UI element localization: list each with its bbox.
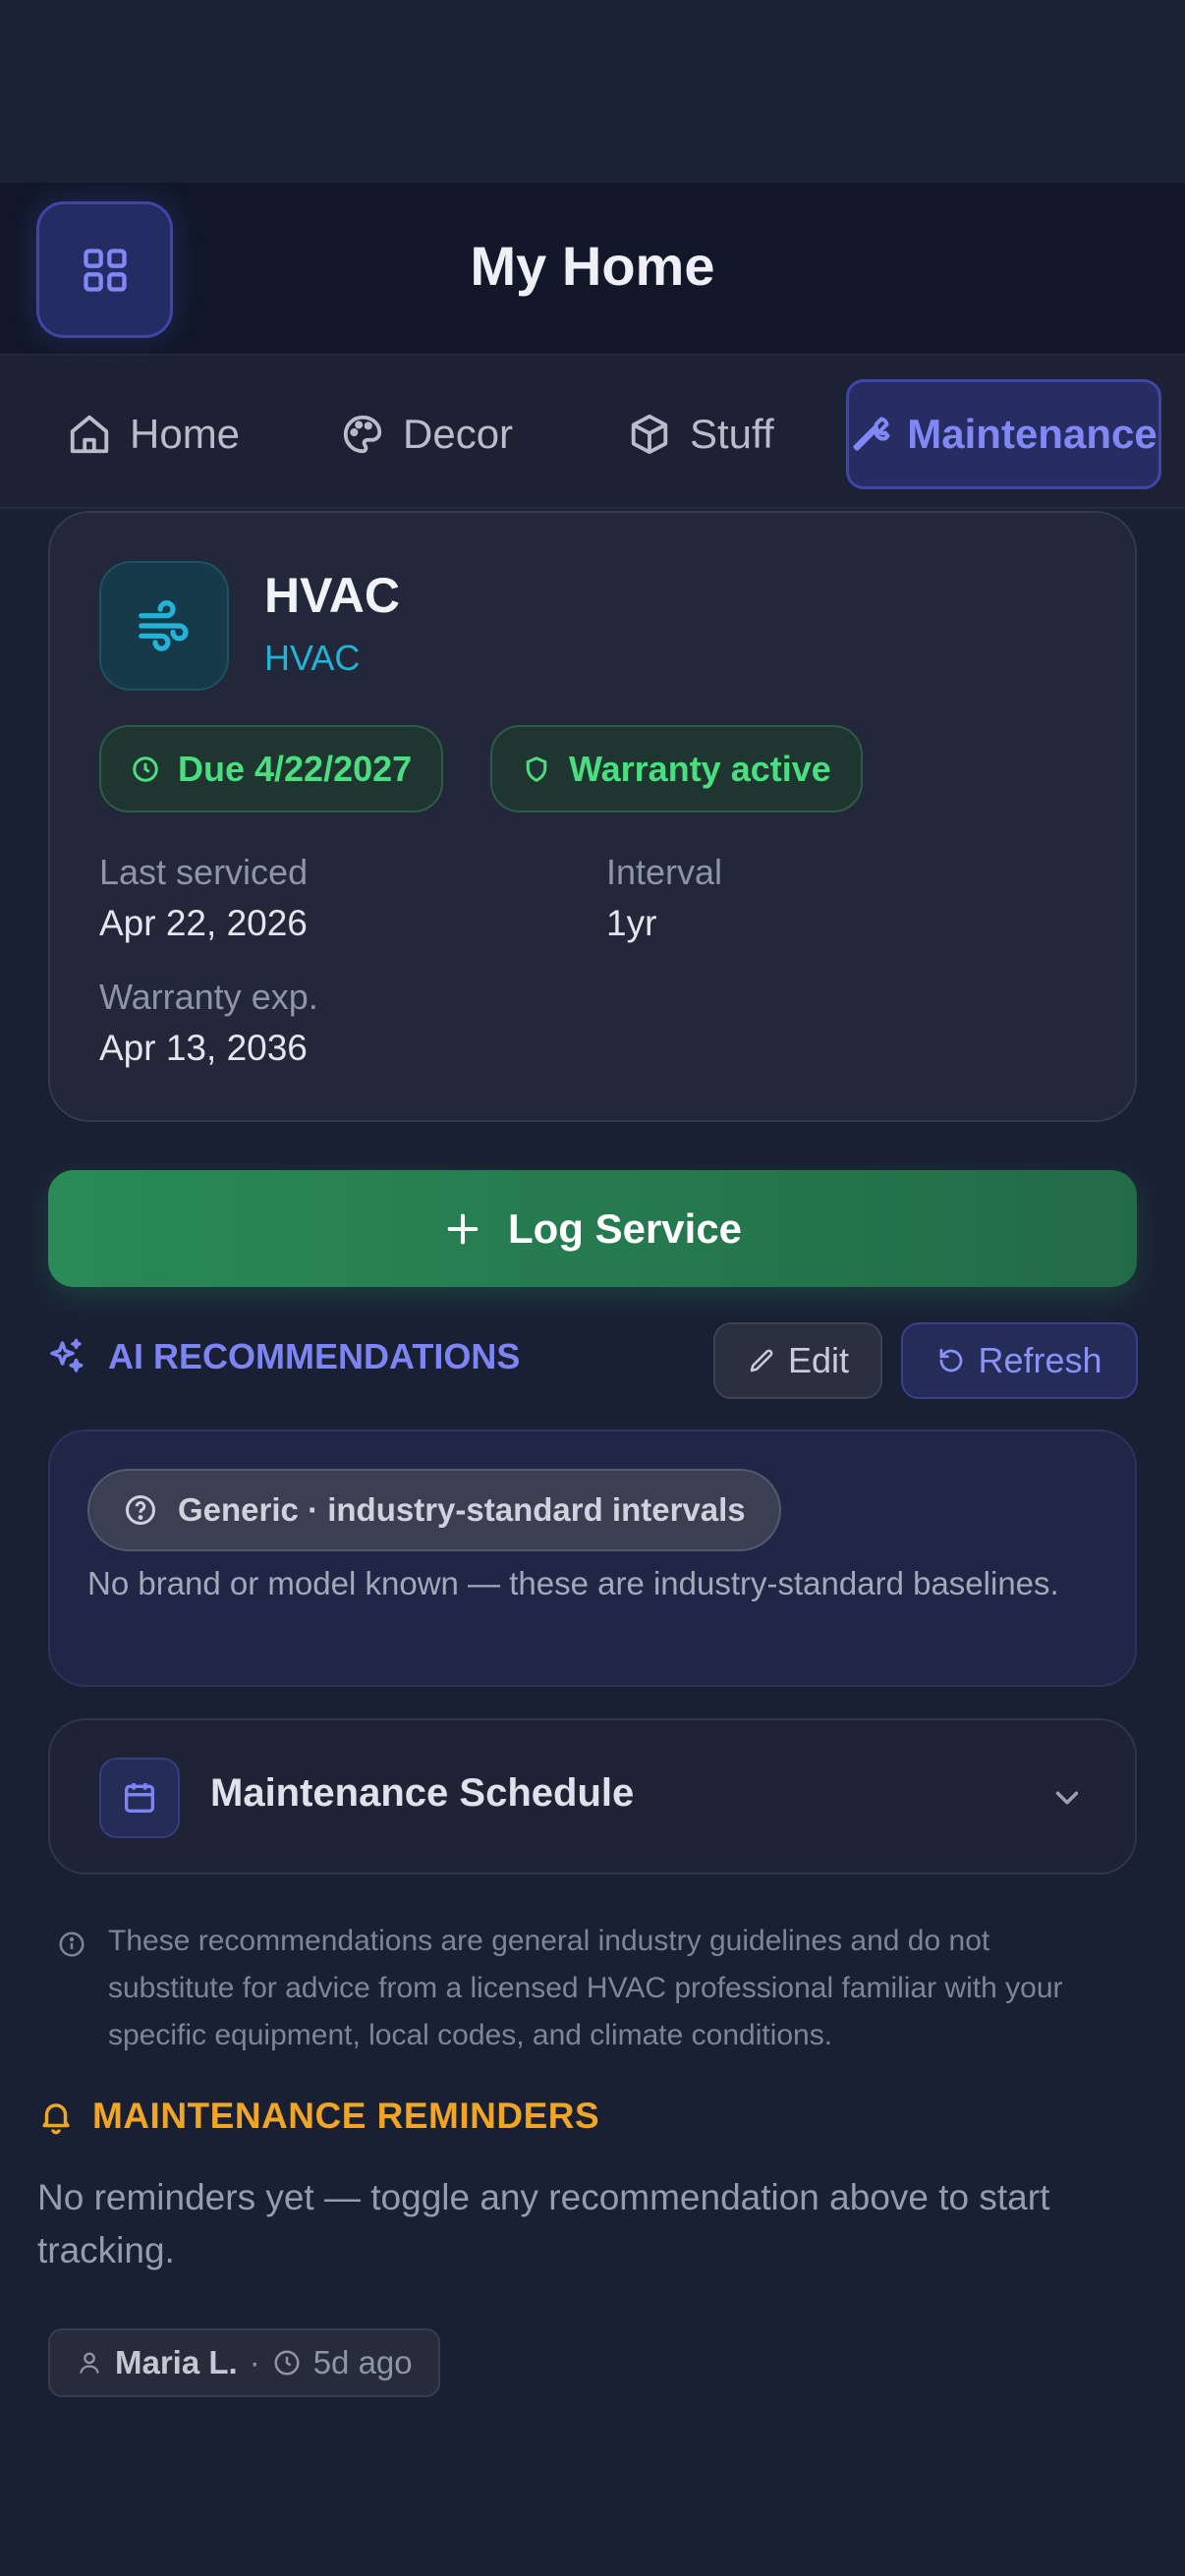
tab-home[interactable]: Home bbox=[49, 379, 257, 489]
due-badge: Due 4/22/2027 bbox=[99, 725, 444, 812]
clock-icon bbox=[133, 756, 158, 782]
tab-label: Home bbox=[130, 411, 241, 457]
tab-label: Stuff bbox=[690, 411, 774, 457]
calendar-icon bbox=[99, 1758, 180, 1838]
tab-decor[interactable]: Decor bbox=[322, 379, 531, 489]
reminders-title: MAINTENANCE REMINDERS bbox=[37, 2096, 599, 2137]
ai-recommendations-header: AI RECOMMENDATIONS Edit Refresh bbox=[45, 1322, 1138, 1399]
sparkles-icon bbox=[50, 1338, 84, 1372]
ai-recommendations-title: AI RECOMMENDATIONS bbox=[45, 1336, 520, 1377]
bell-icon bbox=[42, 2103, 70, 2135]
wrench-icon bbox=[853, 417, 890, 451]
box-icon bbox=[631, 414, 668, 455]
maintenance-schedule-accordion[interactable]: Maintenance Schedule bbox=[48, 1718, 1137, 1875]
chevron-down-icon bbox=[1055, 1791, 1079, 1805]
status-bar bbox=[0, 0, 1185, 183]
warranty-exp-label: Warranty exp. bbox=[99, 977, 318, 1017]
author-name: Maria L. bbox=[115, 2344, 238, 2380]
tab-stuff[interactable]: Stuff bbox=[609, 379, 792, 489]
tab-label: Decor bbox=[403, 411, 514, 457]
warranty-exp-value: Apr 13, 2036 bbox=[99, 1028, 308, 1068]
clock-icon bbox=[274, 2350, 300, 2376]
last-serviced-label: Last serviced bbox=[99, 852, 309, 892]
tab-label: Maintenance bbox=[907, 411, 1157, 457]
refresh-button[interactable]: Refresh bbox=[901, 1322, 1138, 1399]
tab-bar: Home Decor Stuff Maintenance bbox=[0, 356, 1185, 509]
app-header: My Home bbox=[0, 183, 1185, 356]
item-card: HVAC HVAC Due 4/22/2027 Warranty active … bbox=[48, 511, 1137, 1122]
author-time: 5d ago bbox=[312, 2344, 413, 2380]
log-service-button[interactable]: Log Service bbox=[48, 1170, 1137, 1287]
tab-maintenance[interactable]: Maintenance bbox=[846, 379, 1161, 489]
generic-note: No brand or model known — these are indu… bbox=[87, 1565, 1059, 1601]
item-category: HVAC bbox=[264, 638, 361, 678]
schedule-title: Maintenance Schedule bbox=[210, 1771, 635, 1815]
ai-generic-card: Generic · industry-standard intervals No… bbox=[48, 1429, 1137, 1687]
disclaimer: These recommendations are general indust… bbox=[57, 1918, 1099, 2059]
disclaimer-text: These recommendations are general indust… bbox=[108, 1925, 1063, 2051]
user-icon bbox=[80, 2352, 99, 2374]
warranty-badge: Warranty active bbox=[490, 725, 863, 812]
author-badge: Maria L. · 5d ago bbox=[48, 2328, 440, 2397]
page-title: My Home bbox=[470, 235, 715, 297]
info-icon bbox=[59, 1932, 85, 1957]
reminders-empty-text: No reminders yet — toggle any recommenda… bbox=[37, 2177, 1050, 2270]
separator: · bbox=[249, 2344, 260, 2380]
refresh-icon bbox=[940, 1349, 963, 1372]
help-circle-icon bbox=[126, 1495, 155, 1525]
item-title: HVAC bbox=[264, 568, 400, 623]
interval-value: 1yr bbox=[606, 903, 657, 943]
palette-icon bbox=[343, 415, 382, 454]
pencil-icon bbox=[750, 1349, 773, 1372]
shield-icon bbox=[526, 756, 547, 782]
wind-icon bbox=[99, 561, 229, 691]
generic-intervals-badge: Generic · industry-standard intervals bbox=[87, 1469, 781, 1551]
edit-button[interactable]: Edit bbox=[713, 1322, 882, 1399]
interval-label: Interval bbox=[606, 852, 723, 892]
last-serviced-value: Apr 22, 2026 bbox=[99, 903, 308, 943]
house-icon bbox=[70, 415, 109, 454]
plus-icon bbox=[447, 1213, 479, 1244]
